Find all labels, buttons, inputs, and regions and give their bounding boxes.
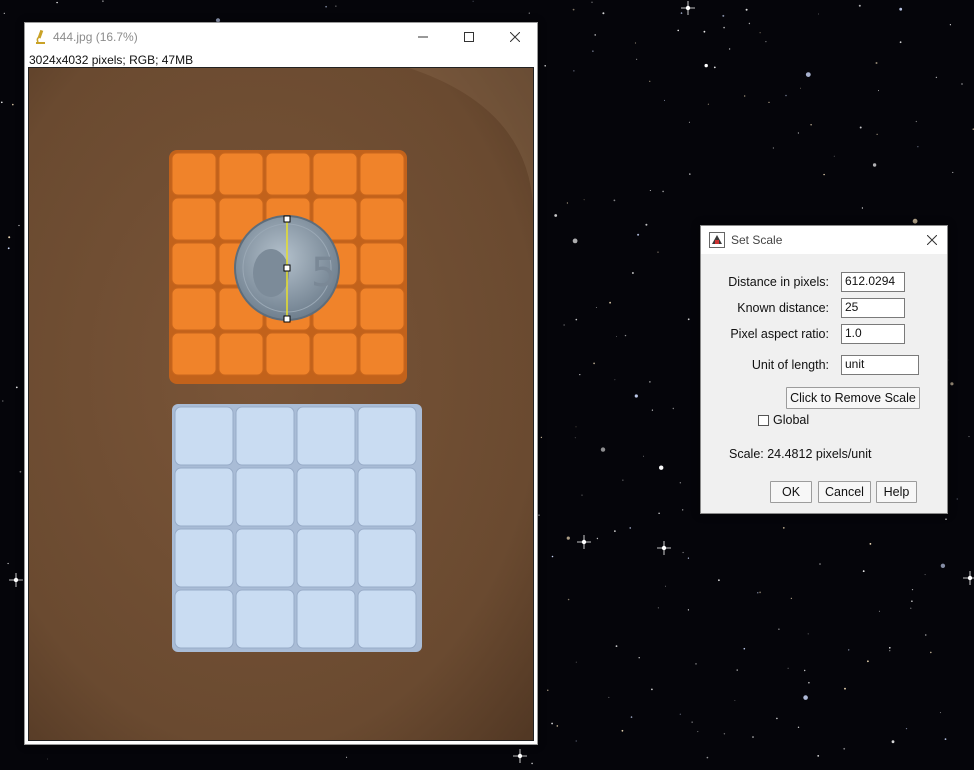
photo: 5 [29,68,533,740]
known-distance-label: Known distance: [737,301,829,315]
dialog-close-button[interactable] [917,226,947,254]
image-window-title: 444.jpg (16.7%) [53,30,138,44]
distance-in-pixels-field[interactable]: 612.0294 [841,272,905,292]
image-info: 3024x4032 pixels; RGB; 47MB [29,53,194,67]
dialog-titlebar[interactable]: Set Scale [701,226,947,254]
microscope-icon [36,29,45,44]
scale-readout: Scale: 24.4812 pixels/unit [729,447,872,461]
close-icon [510,32,520,42]
known-distance-field[interactable]: 25 [841,298,905,318]
distance-in-pixels-label: Distance in pixels: [728,275,829,289]
cancel-button[interactable]: Cancel [818,481,871,503]
image-window-titlebar[interactable]: 444.jpg (16.7%) [25,23,537,51]
help-button[interactable]: Help [876,481,917,503]
global-checkbox[interactable] [758,415,769,426]
pixel-aspect-ratio-field[interactable]: 1.0 [841,324,905,344]
close-button[interactable] [492,23,538,51]
minimize-button[interactable] [400,23,446,51]
global-label: Global [773,413,810,427]
image-window[interactable]: 444.jpg (16.7%) 3024x4032 pixels; RGB; 4… [24,22,538,745]
unit-of-length-label: Unit of length: [751,358,829,372]
pixel-aspect-ratio-label: Pixel aspect ratio: [730,327,829,341]
close-icon [927,235,937,245]
remove-scale-button[interactable]: Click to Remove Scale [786,387,920,409]
blue-cube [172,404,422,652]
image-canvas[interactable]: 5 [28,67,534,741]
minimize-icon [418,36,428,38]
ok-button[interactable]: OK [770,481,812,503]
dialog-title: Set Scale [731,233,783,247]
maximize-button[interactable] [446,23,492,51]
unit-of-length-field[interactable]: unit [841,355,919,375]
imagej-icon [709,232,725,248]
svg-text:5: 5 [311,250,336,296]
set-scale-dialog[interactable]: Set Scale Distance in pixels: 612.0294 K… [700,225,948,514]
maximize-icon [464,32,474,42]
